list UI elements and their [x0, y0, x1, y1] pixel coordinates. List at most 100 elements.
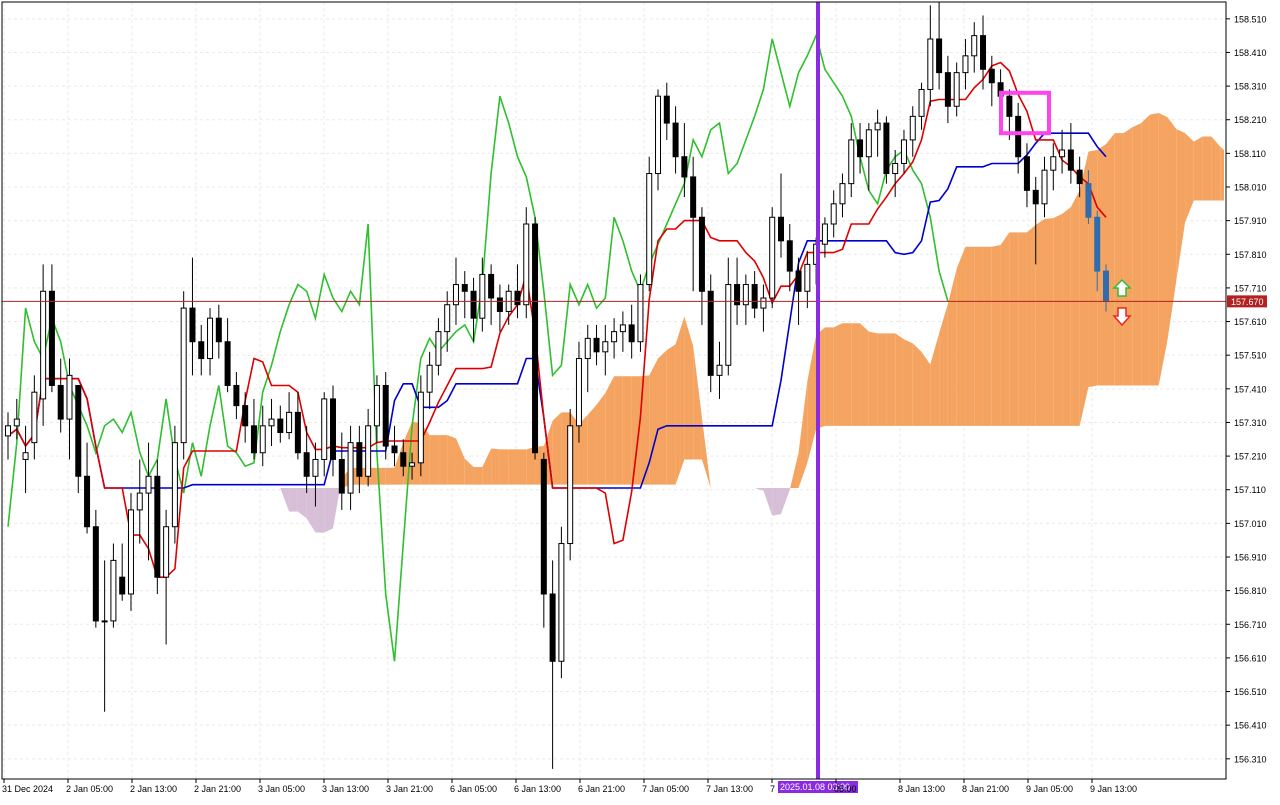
cloud-segment: [772, 488, 781, 516]
candle-body: [865, 129, 872, 158]
y-tick-label: 156.510: [1234, 687, 1267, 697]
candle-body: [900, 139, 907, 164]
candle-body: [988, 68, 995, 84]
y-tick-label: 156.810: [1234, 586, 1267, 596]
candle-body: [338, 458, 345, 494]
y-tick-label: 158.410: [1234, 48, 1267, 58]
candle-body: [883, 122, 890, 175]
candle-body: [540, 458, 547, 595]
cloud-segment: [1202, 136, 1212, 201]
candle-body: [40, 290, 47, 400]
cloud-segment: [965, 246, 975, 426]
candle-body: [435, 331, 442, 366]
candle-body: [409, 462, 416, 467]
cloud-segment: [833, 323, 843, 426]
candle-body: [373, 384, 380, 427]
x-tick-label: 7: [770, 784, 775, 794]
candle-body: [417, 391, 424, 464]
candle-body: [1085, 183, 1092, 218]
y-tick-label: 157.510: [1234, 351, 1267, 361]
candle-body: [698, 216, 705, 292]
cloud-segment: [983, 246, 992, 426]
candle-body: [584, 337, 591, 360]
y-tick-label: 158.310: [1234, 82, 1267, 92]
candle-body: [655, 95, 662, 175]
candle-body: [198, 341, 205, 360]
y-tick-label: 156.410: [1234, 721, 1267, 731]
candle-body: [66, 374, 73, 420]
candle-body: [224, 341, 231, 386]
candle-body: [127, 509, 134, 595]
cloud-segment: [438, 435, 448, 485]
candle-body: [980, 35, 987, 70]
candle-body: [611, 331, 618, 343]
cloud-segment: [1158, 113, 1168, 386]
candle-body: [1067, 149, 1074, 171]
cloud-segment: [895, 333, 904, 426]
cloud-segment: [1062, 207, 1071, 426]
x-tick-label: 6 Jan 05:00: [450, 784, 497, 794]
candle-body: [242, 405, 249, 427]
candle-body: [215, 317, 222, 343]
cloud-segment: [824, 327, 834, 426]
candle-body: [294, 411, 301, 454]
candle-body: [330, 398, 337, 460]
candle-body: [944, 72, 951, 107]
candle-body: [391, 445, 398, 454]
candle-body: [804, 263, 811, 292]
candle-body: [461, 284, 468, 292]
candle-body: [892, 162, 899, 175]
y-tick-label: 157.410: [1234, 384, 1267, 394]
x-tick-label: 31 Dec 2024: [2, 784, 53, 794]
cloud-segment: [860, 323, 869, 426]
cloud-segment: [1123, 127, 1133, 386]
x-tick-label: 9 Jan 05:00: [1026, 784, 1073, 794]
candle-body: [874, 122, 881, 131]
candle-body: [707, 290, 714, 376]
cloud-segment: [991, 245, 1001, 426]
y-tick-label: 156.910: [1234, 553, 1267, 563]
x-tick-label: 8 Jan 13:00: [898, 784, 945, 794]
candle-body: [971, 35, 978, 57]
cloud-segment: [1193, 136, 1203, 201]
x-tick-label: 2 Jan 05:00: [66, 784, 113, 794]
x-tick-label: 2 Jan 13:00: [130, 784, 177, 794]
candle-body: [760, 297, 767, 309]
cloud-segment: [974, 246, 984, 426]
cloud-segment: [622, 376, 632, 485]
cloud-segment: [1211, 136, 1221, 201]
cloud-segment: [596, 393, 606, 485]
candle-body: [5, 425, 11, 437]
candle-body: [936, 38, 943, 74]
y-tick-label: 157.010: [1234, 519, 1267, 529]
candle-body: [1023, 156, 1030, 191]
x-tick-label: 9 Jan 13:00: [1090, 784, 1137, 794]
cloud-segment: [1106, 133, 1115, 386]
cloud-segment: [851, 323, 861, 426]
y-tick-label: 158.210: [1234, 115, 1267, 125]
candle-body: [953, 72, 960, 107]
candle-body: [171, 442, 178, 528]
cloud-segment: [447, 435, 456, 485]
cloud-segment: [903, 339, 913, 426]
candle-body: [777, 216, 784, 242]
candle-body: [189, 307, 196, 343]
candle-body: [180, 307, 187, 444]
candle-body: [136, 492, 143, 511]
y-tick-label: 156.310: [1234, 754, 1267, 764]
cloud-segment: [1114, 133, 1124, 386]
candle-body: [637, 284, 644, 343]
candle-body: [839, 183, 846, 205]
x-tick-label: 6 Jan 21:00: [578, 784, 625, 794]
x-tick-label: 8 Jan 21:00: [962, 784, 1009, 794]
y-tick-label: 157.610: [1234, 317, 1267, 327]
candle-body: [92, 526, 99, 622]
cloud-segment: [1053, 213, 1063, 426]
candle-body: [769, 216, 776, 299]
candle-body: [663, 95, 670, 124]
x-tick-label: 6 Jan 13:00: [514, 784, 561, 794]
cloud-segment: [499, 449, 509, 485]
cloud-segment: [886, 333, 896, 426]
y-tick-label: 157.210: [1234, 452, 1267, 462]
cloud-segment: [1009, 232, 1019, 426]
